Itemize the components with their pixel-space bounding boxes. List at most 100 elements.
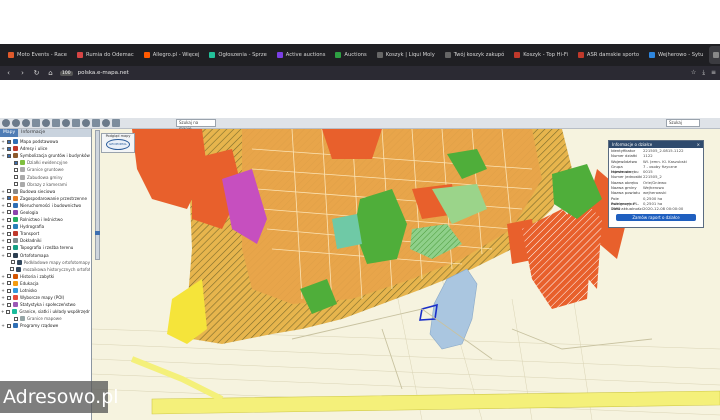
expand-icon[interactable]: + [1, 203, 5, 208]
layer-item[interactable]: + Rolnictwo i leśnictwo [1, 216, 90, 223]
layer-checkbox[interactable] [7, 245, 11, 250]
layer-checkbox[interactable] [7, 253, 11, 258]
layer-checkbox[interactable] [7, 196, 11, 201]
minimap[interactable]: Podgląd mapy GEOPORTAL [101, 133, 135, 153]
expand-icon[interactable]: + [1, 231, 5, 236]
menu-icon[interactable]: ≡ [711, 69, 716, 77]
layer-item[interactable]: + Nieruchomości i budownictwo [1, 202, 90, 209]
draw-tool-icon[interactable] [92, 119, 100, 127]
layer-item[interactable]: + Hydrografia [1, 223, 90, 230]
layer-checkbox[interactable] [7, 153, 11, 158]
export-tool-icon[interactable] [112, 119, 120, 127]
layer-checkbox[interactable] [7, 189, 11, 194]
layer-item[interactable]: Granice gruntowe [1, 166, 90, 173]
close-icon[interactable]: × [697, 141, 700, 148]
expand-icon[interactable]: + [1, 224, 5, 229]
layer-checkbox[interactable] [7, 323, 11, 328]
layer-item[interactable]: + Programy rządowe [1, 322, 90, 329]
layer-item[interactable]: + Granice, siatki i układy współrzędnych [1, 308, 90, 315]
layer-checkbox[interactable] [7, 281, 11, 286]
browser-tab[interactable]: Koszyk - Top Hi-Fi [510, 46, 572, 64]
info-tool-icon[interactable] [42, 119, 50, 127]
star-icon[interactable]: ☆ [691, 69, 696, 77]
layer-checkbox[interactable] [7, 274, 11, 279]
home-icon[interactable]: ⌂ [46, 69, 55, 78]
layer-checkbox[interactable] [6, 309, 11, 314]
layers-tool-icon[interactable] [62, 119, 70, 127]
expand-icon[interactable]: + [1, 323, 5, 328]
layer-item[interactable]: Podkładowe mapy ortofotomapy [1, 259, 90, 266]
layer-checkbox[interactable] [7, 146, 11, 151]
layer-item[interactable]: + Lotnisko [1, 287, 90, 294]
layer-item[interactable]: Działki ewidencyjne [1, 159, 90, 166]
layer-checkbox[interactable] [7, 295, 11, 300]
layer-checkbox[interactable] [7, 302, 11, 307]
browser-tab[interactable]: Allegro.pl - Więcej [140, 46, 204, 64]
expand-icon[interactable]: + [1, 309, 4, 314]
browser-tab[interactable]: Ogłoszenia - Sprze [205, 46, 270, 64]
layer-item[interactable]: + Adresy i ulice [1, 145, 90, 152]
layer-checkbox[interactable] [7, 288, 11, 293]
layer-item[interactable]: + Edukacja [1, 280, 90, 287]
layer-item[interactable]: + Budowa sieciowa [1, 188, 90, 195]
expand-icon[interactable]: + [1, 281, 5, 286]
expand-icon[interactable]: + [1, 153, 5, 158]
zoom-out-tool-icon[interactable] [22, 119, 30, 127]
layer-checkbox[interactable] [14, 316, 18, 321]
layer-item[interactable]: + Geologia [1, 209, 90, 216]
layer-item[interactable]: + Statystyka i społeczeństwo [1, 301, 90, 308]
layer-checkbox[interactable] [7, 217, 11, 222]
layer-checkbox[interactable] [7, 238, 11, 243]
layer-item[interactable]: mozaikowa historycznych ortofotomap [1, 266, 90, 273]
layer-item[interactable]: + Dokładniki [1, 237, 90, 244]
panel-tab[interactable]: Informacje [18, 129, 48, 137]
quick-search-input[interactable]: Szukaj [666, 119, 700, 127]
layer-checkbox[interactable] [7, 203, 11, 208]
expand-icon[interactable]: + [1, 146, 5, 151]
browser-tab[interactable]: Rumia do Odemac [73, 46, 138, 64]
layer-checkbox[interactable] [7, 231, 11, 236]
layer-item[interactable]: + Zagospodarowanie przestrzenne [1, 195, 90, 202]
layer-item[interactable]: Zabudowa gminy [1, 173, 90, 180]
layer-checkbox[interactable] [7, 210, 11, 215]
layer-checkbox[interactable] [10, 267, 14, 272]
expand-icon[interactable]: + [1, 295, 5, 300]
print-tool-icon[interactable] [52, 119, 60, 127]
address-search-input[interactable]: Szukaj na mapie... [176, 119, 216, 131]
order-report-button[interactable]: Zamów raport o działce [616, 213, 696, 221]
expand-icon[interactable]: + [1, 139, 5, 144]
browser-tab[interactable]: Koszyk | Liqui Moly [373, 46, 439, 64]
layer-item[interactable]: + Symbolizacja gruntów i budynków [1, 152, 90, 159]
browser-tab[interactable]: Auctions [331, 46, 370, 64]
address-bar[interactable]: polska.e-mapa.net [78, 70, 129, 76]
expand-icon[interactable]: + [1, 196, 5, 201]
expand-icon[interactable]: + [1, 238, 5, 243]
browser-tab[interactable]: Wejherowo - Sytu [645, 46, 707, 64]
layer-item[interactable]: + Transport [1, 230, 90, 237]
zoom-slider[interactable] [95, 130, 100, 260]
layer-checkbox[interactable] [7, 139, 11, 144]
panel-tab[interactable]: Mapy [0, 129, 19, 137]
expand-icon[interactable]: + [1, 245, 5, 250]
expand-icon[interactable]: + [1, 189, 5, 194]
layer-checkbox[interactable] [10, 260, 15, 265]
zoom-slider-knob[interactable] [95, 231, 100, 235]
reload-icon[interactable]: ↻ [32, 69, 41, 78]
expand-icon[interactable]: + [1, 210, 5, 215]
expand-icon[interactable]: + [1, 302, 5, 307]
forward-icon[interactable]: › [18, 69, 27, 78]
layer-item[interactable]: + Ortofotomapa [1, 252, 90, 259]
pan-tool-icon[interactable] [2, 119, 10, 127]
measure-tool-icon[interactable] [32, 119, 40, 127]
expand-icon[interactable]: + [1, 253, 5, 258]
layer-item[interactable]: Obrazy z kamerami [1, 181, 90, 188]
browser-tab[interactable]: Active auctions [273, 46, 330, 64]
layer-checkbox[interactable] [14, 160, 18, 165]
expand-icon[interactable]: + [1, 288, 5, 293]
search-tool-icon[interactable] [82, 119, 90, 127]
layer-item[interactable]: + Topografia i rzeźba terenu [1, 244, 90, 251]
back-icon[interactable]: ‹ [4, 69, 13, 78]
share-tool-icon[interactable] [72, 119, 80, 127]
download-icon[interactable]: ⤓ [702, 69, 705, 77]
layer-checkbox[interactable] [7, 224, 11, 229]
